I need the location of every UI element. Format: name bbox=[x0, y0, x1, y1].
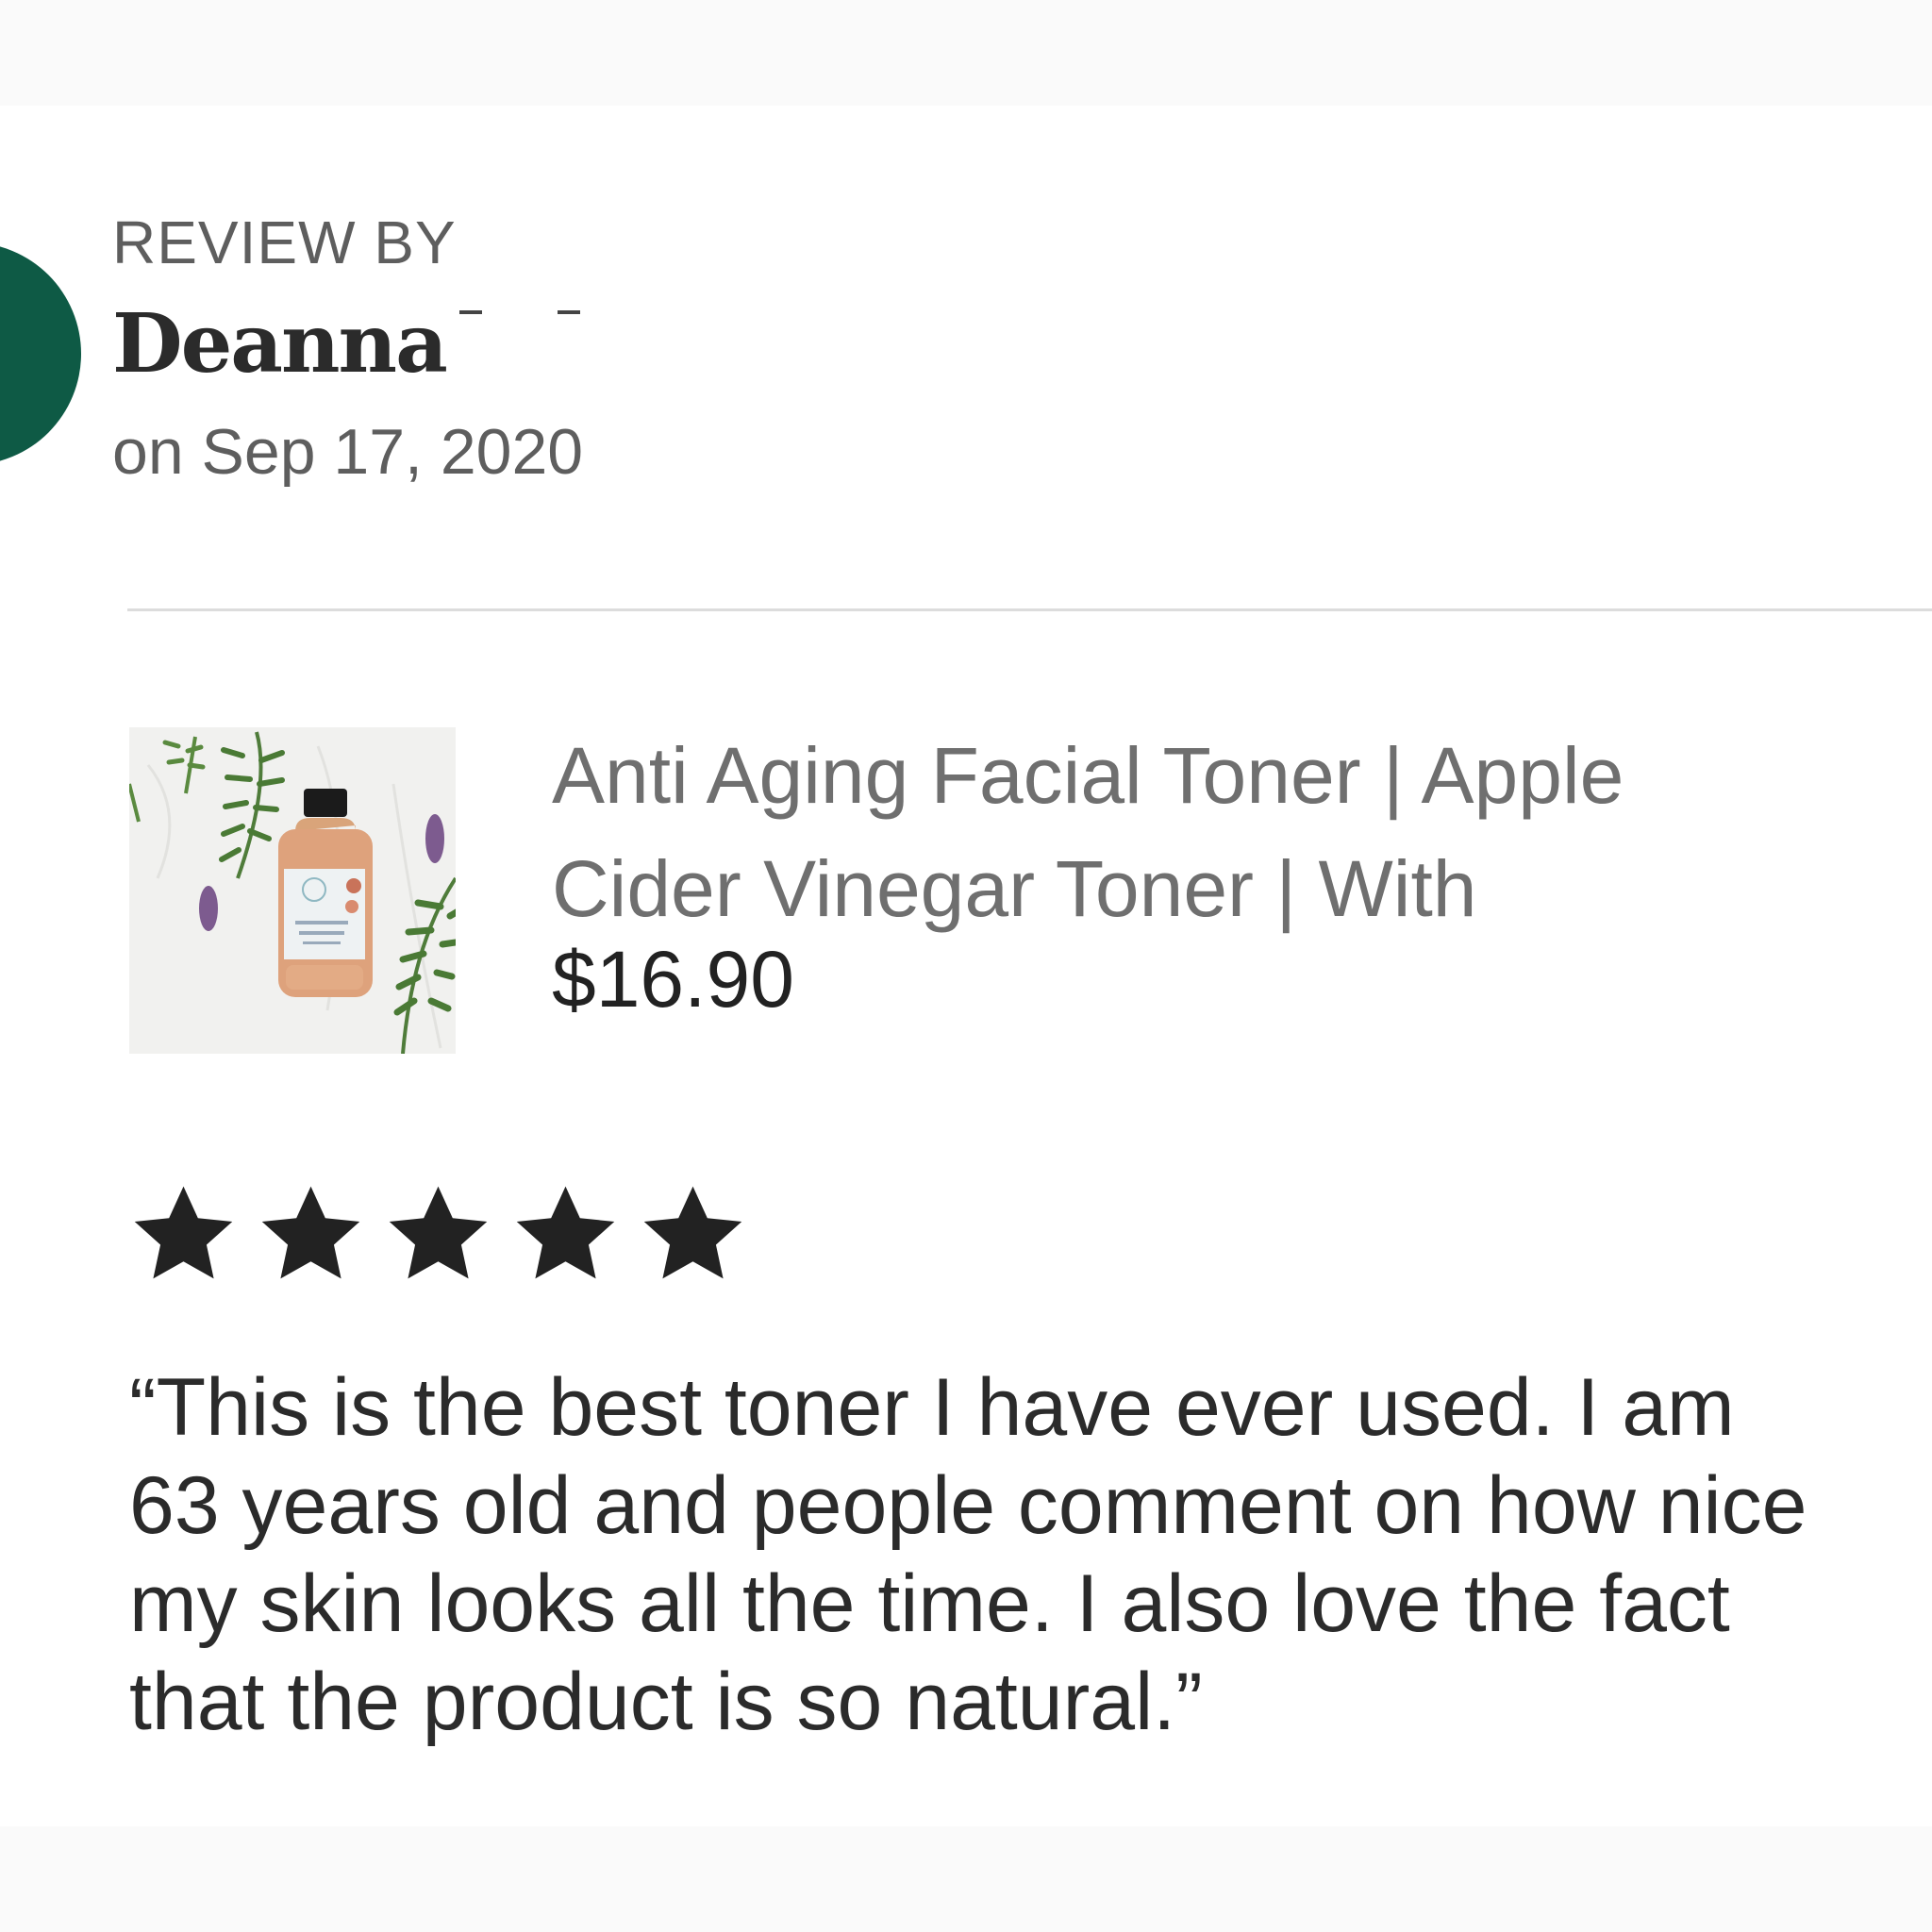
review-text: “This is the best toner I have ever used… bbox=[129, 1358, 1932, 1751]
reviewer-name[interactable]: Deanna bbox=[112, 304, 448, 385]
review-text-line: my skin looks all the time. I also love … bbox=[129, 1558, 1730, 1649]
star-icon bbox=[384, 1179, 492, 1288]
star-icon bbox=[639, 1179, 747, 1288]
product-title-line: Anti Aging Facial Toner | Apple bbox=[552, 731, 1624, 820]
star-icon bbox=[257, 1179, 365, 1288]
review-by-label: REVIEW BY bbox=[112, 208, 457, 276]
review-text-line: 63 years old and people comment on how n… bbox=[129, 1460, 1807, 1551]
product-title-line: Cider Vinegar Toner | With bbox=[552, 844, 1477, 933]
product-thumbnail[interactable] bbox=[129, 727, 456, 1054]
review-text-line: that the product is so natural.” bbox=[129, 1657, 1203, 1747]
review-text-line: “This is the best toner I have ever used… bbox=[129, 1362, 1735, 1453]
product-price: $16.90 bbox=[552, 935, 794, 1024]
divider bbox=[127, 608, 1932, 611]
review-date: on Sep 17, 2020 bbox=[112, 416, 584, 488]
star-rating bbox=[129, 1179, 766, 1288]
star-icon bbox=[129, 1179, 238, 1288]
star-icon bbox=[511, 1179, 620, 1288]
product-title[interactable]: Anti Aging Facial Toner | Apple Cider Vi… bbox=[552, 719, 1910, 945]
name-redaction-mark bbox=[459, 310, 582, 316]
page: REVIEW BY Deanna on Sep 17, 2020 Anti Ag… bbox=[0, 0, 1932, 1932]
toner-bottle-image bbox=[129, 727, 456, 1054]
